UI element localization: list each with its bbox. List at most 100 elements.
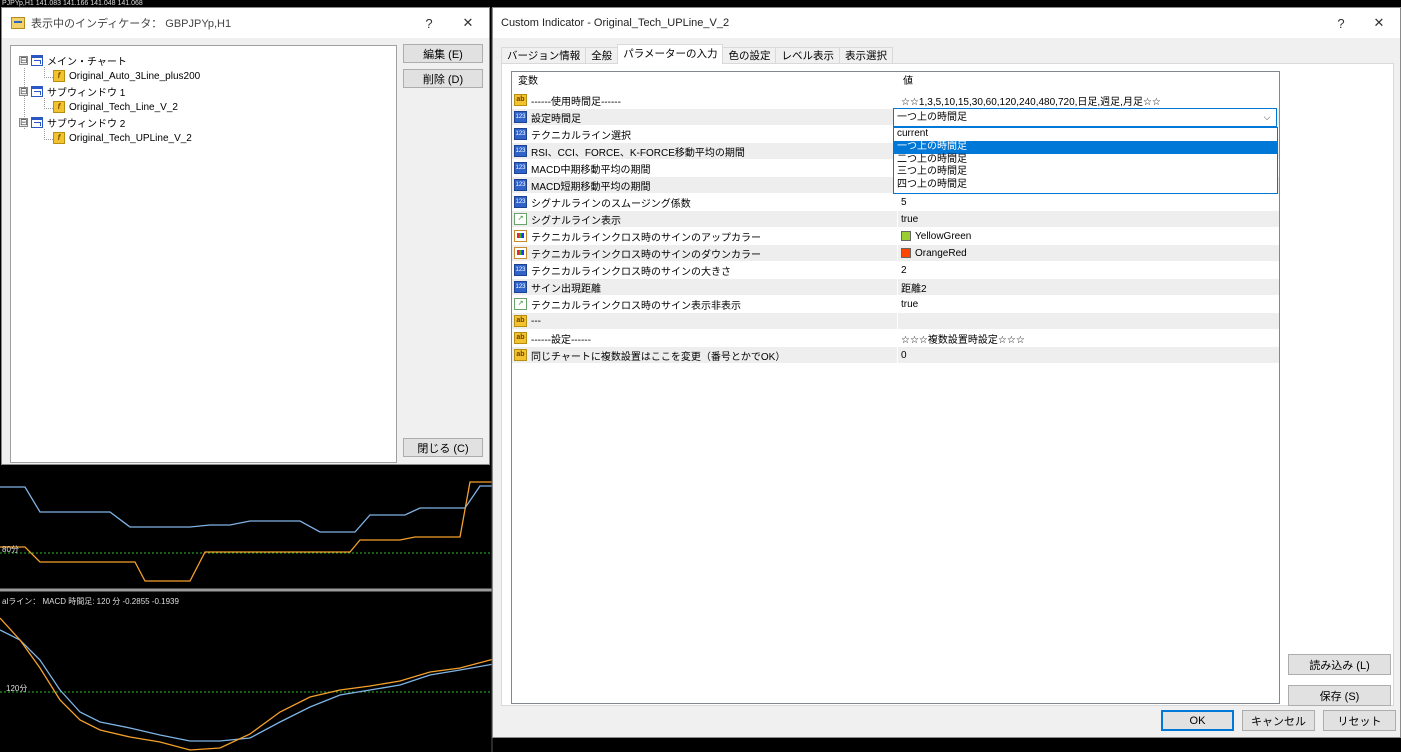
parameter-name-cell[interactable]: ↗ テクニカルラインクロス時のサイン表示非表示 (512, 296, 897, 312)
parameter-value: ☆☆☆複数設置時設定☆☆☆ (901, 334, 1025, 346)
help-button[interactable]: ? (410, 8, 448, 38)
combobox-value: 一つ上の時間足 (897, 112, 967, 123)
collapse-icon[interactable]: ⊟ (19, 86, 28, 96)
tab-colors[interactable]: 色の設定 (722, 47, 777, 64)
parameter-name-cell[interactable]: ab ------設定------ (512, 330, 897, 346)
parameter-value-cell[interactable]: true (897, 211, 1279, 227)
right-dialog-title: Custom Indicator - Original_Tech_UPLine_… (501, 17, 730, 29)
tab-general[interactable]: 全般 (585, 47, 619, 64)
integer-type-icon: 123 (514, 111, 527, 123)
load-button[interactable]: 読み込み (L) (1288, 654, 1391, 675)
parameter-row[interactable]: ab ------設定------ ☆☆☆複数設置時設定☆☆☆ (512, 330, 1279, 347)
parameter-name-cell[interactable]: ab ------使用時間足------ (512, 92, 897, 108)
ok-button[interactable]: OK (1161, 710, 1234, 731)
tree-node-indicator[interactable]: f Original_Tech_Line_V_2 (53, 100, 178, 114)
dropdown-option[interactable]: current (894, 128, 1277, 141)
tree-node-label: サブウィンドウ 1 (47, 87, 126, 99)
parameter-value-cell[interactable] (897, 313, 1279, 329)
dropdown-option[interactable]: 二つ上の時間足 (894, 154, 1277, 167)
parameter-name-cell[interactable]: 123 テクニカルラインクロス時のサインの大きさ (512, 262, 897, 278)
parameter-name: MACD中期移動平均の期間 (531, 164, 651, 176)
tab-version-info[interactable]: バージョン情報 (501, 47, 587, 64)
parameter-row[interactable]: 123 テクニカルラインクロス時のサインの大きさ 2 (512, 262, 1279, 279)
collapse-icon[interactable]: ⊟ (19, 55, 28, 65)
save-button[interactable]: 保存 (S) (1288, 685, 1391, 706)
indicators-app-icon (11, 17, 25, 29)
parameter-value-cell[interactable]: ☆☆☆複数設置時設定☆☆☆ (897, 330, 1279, 346)
parameter-row[interactable]: ↗ テクニカルラインクロス時のサイン表示非表示 true (512, 296, 1279, 313)
tree-node-subwindow-2[interactable]: ⊟ サブウィンドウ 2 (19, 115, 125, 130)
close-icon[interactable]: ✕ (449, 8, 487, 38)
tree-node-indicator[interactable]: f Original_Auto_3Line_plus200 (53, 69, 200, 83)
chevron-down-icon[interactable]: ⌵ (1261, 109, 1273, 126)
parameter-name: シグナルライン表示 (531, 215, 621, 227)
parameter-name-cell[interactable]: テクニカルラインクロス時のサインのアップカラー (512, 228, 897, 244)
tab-parameters[interactable]: パラメーターの入力 (617, 44, 724, 64)
parameter-value-cell[interactable]: 2 (897, 262, 1279, 278)
parameter-name-cell[interactable]: 123 MACD短期移動平均の期間 (512, 177, 897, 193)
cancel-button[interactable]: キャンセル (1242, 710, 1315, 731)
indicator-file-icon: f (53, 70, 65, 82)
tree-node-indicator[interactable]: f Original_Tech_UPLine_V_2 (53, 131, 192, 145)
parameter-value-cell[interactable]: OrangeRed (897, 245, 1279, 261)
string-type-icon: ab (514, 332, 527, 344)
level-label-120: 120分 (6, 684, 28, 693)
parameter-value-cell[interactable]: YellowGreen (897, 228, 1279, 244)
parameter-value-cell[interactable]: true (897, 296, 1279, 312)
parameter-row[interactable]: ↗ シグナルライン表示 true (512, 211, 1279, 228)
parameter-row[interactable]: テクニカルラインクロス時のサインのアップカラー YellowGreen (512, 228, 1279, 245)
parameter-name-cell[interactable]: 123 MACD中期移動平均の期間 (512, 160, 897, 176)
indicator-tree[interactable]: ⊟ メイン・チャート f Original_Auto_3Line_plus200… (10, 45, 397, 463)
parameter-row[interactable]: 123 シグナルラインのスムージング係数 5 (512, 194, 1279, 211)
parameter-row[interactable]: テクニカルラインクロス時のサインのダウンカラー OrangeRed (512, 245, 1279, 262)
macd-subwindow-header: alライン： MACD 時間足: 120 分 -0.2855 -0.1939 (2, 597, 179, 606)
close-button[interactable]: 閉じる (C) (403, 438, 483, 457)
reset-button[interactable]: リセット (1323, 710, 1396, 731)
boolean-type-icon: ↗ (514, 298, 527, 310)
tab-levels[interactable]: レベル表示 (775, 47, 840, 64)
collapse-icon[interactable]: ⊟ (19, 117, 28, 127)
parameter-name-cell[interactable]: 123 テクニカルライン選択 (512, 126, 897, 142)
column-header-value[interactable]: 値 (897, 72, 1279, 92)
parameter-name-cell[interactable]: 123 RSI、CCI、FORCE、K-FORCE移動平均の期間 (512, 143, 897, 159)
dropdown-option[interactable]: 三つ上の時間足 (894, 166, 1277, 179)
parameter-name-cell[interactable]: テクニカルラインクロス時のサインのダウンカラー (512, 245, 897, 261)
parameter-value-cell[interactable]: 0 (897, 347, 1279, 363)
integer-type-icon: 123 (514, 281, 527, 293)
dropdown-option[interactable]: 四つ上の時間足 (894, 179, 1277, 192)
parameter-value-cell[interactable]: 距離2 (897, 279, 1279, 295)
timeframe-combobox[interactable]: 一つ上の時間足 ⌵ (893, 108, 1277, 127)
parameter-name: ------設定------ (531, 334, 591, 346)
parameter-name: テクニカルラインクロス時のサイン表示非表示 (531, 300, 741, 312)
parameter-value-cell[interactable]: ☆☆1,3,5,10,15,30,60,120,240,480,720,日足,週… (897, 92, 1279, 108)
parameter-value-cell[interactable]: 5 (897, 194, 1279, 210)
dropdown-option[interactable]: 一つ上の時間足 (894, 140, 1277, 154)
timeframe-dropdown-list[interactable]: current 一つ上の時間足 二つ上の時間足 三つ上の時間足 四つ上の時間足 (893, 127, 1278, 194)
tab-visualization[interactable]: 表示選択 (838, 47, 893, 64)
right-dialog-titlebar[interactable]: Custom Indicator - Original_Tech_UPLine_… (493, 8, 1400, 38)
desktop: PJPYp,H1 141.083 141.166 141.048 141.068… (0, 0, 1401, 752)
parameter-name: テクニカルラインクロス時のサインのダウンカラー (531, 249, 761, 261)
parameter-name-cell[interactable]: ab 同じチャートに複数設置はここを変更（番号とかでOK） (512, 347, 897, 363)
parameter-row[interactable]: ab ------使用時間足------ ☆☆1,3,5,10,15,30,60,1… (512, 92, 1279, 109)
tree-node-subwindow-1[interactable]: ⊟ サブウィンドウ 1 (19, 84, 126, 99)
parameter-value: 0 (901, 349, 907, 361)
help-button[interactable]: ? (1322, 8, 1360, 38)
left-dialog-titlebar[interactable]: 表示中のインディケータ： GBPJPYp,H1 ? ✕ (2, 8, 489, 38)
parameter-name-cell[interactable]: 123 設定時間足 (512, 109, 897, 125)
close-icon[interactable]: ✕ (1360, 8, 1398, 38)
parameter-name-cell[interactable]: 123 サイン出現距離 (512, 279, 897, 295)
parameter-name-cell[interactable]: ab --- (512, 313, 897, 329)
column-header-variable[interactable]: 変数 (512, 72, 897, 92)
parameter-name-cell[interactable]: 123 シグナルラインのスムージング係数 (512, 194, 897, 210)
integer-type-icon: 123 (514, 145, 527, 157)
parameter-row[interactable]: ab 同じチャートに複数設置はここを変更（番号とかでOK） 0 (512, 347, 1279, 364)
delete-button[interactable]: 削除 (D) (403, 69, 483, 88)
parameter-row[interactable]: 123 サイン出現距離 距離2 (512, 279, 1279, 296)
parameter-name-cell[interactable]: ↗ シグナルライン表示 (512, 211, 897, 227)
parameter-name: シグナルラインのスムージング係数 (531, 198, 691, 210)
tree-node-main-chart[interactable]: ⊟ メイン・チャート (19, 53, 127, 68)
parameter-row[interactable]: ab --- (512, 313, 1279, 330)
parameter-value: YellowGreen (915, 230, 972, 242)
edit-button[interactable]: 編集 (E) (403, 44, 483, 63)
